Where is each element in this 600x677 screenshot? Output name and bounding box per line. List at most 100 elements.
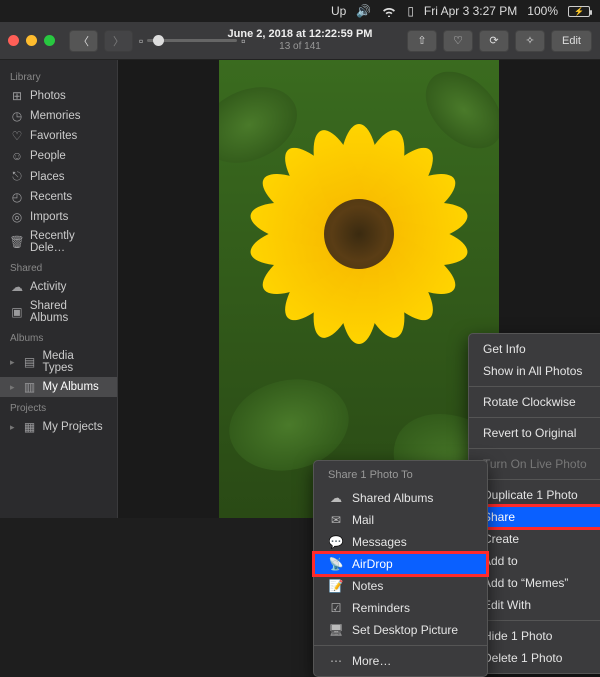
menu-item-label: Show in All Photos — [483, 364, 582, 378]
photo-counter: 13 of 141 — [228, 41, 373, 53]
menu-item-rotate-clockwise[interactable]: Rotate Clockwise — [469, 391, 600, 413]
menu-item-duplicate-photo[interactable]: Duplicate 1 Photo — [469, 484, 600, 506]
auto-enhance-button[interactable]: ✧ — [515, 30, 545, 52]
sidebar-item-recently-dele-[interactable]: 🗑 Recently Dele… — [0, 227, 117, 257]
menu-item-revert-to-original[interactable]: Revert to Original — [469, 422, 600, 444]
sidebar-item-my-albums[interactable]: ▸ ▥ My Albums — [0, 377, 117, 397]
menu-item-delete-photo[interactable]: Delete 1 Photo — [469, 647, 600, 669]
share-item-mail[interactable]: ✉Mail — [314, 509, 487, 531]
share-item-shared-albums[interactable]: ☁Shared Albums — [314, 487, 487, 509]
share-item-reminders[interactable]: ☑Reminders — [314, 597, 487, 619]
photo-viewer[interactable]: Get Info Show in All Photos Rotate Clockwi… — [118, 60, 600, 518]
sidebar-item-icon: ◷ — [10, 109, 24, 123]
window-controls[interactable] — [8, 35, 55, 46]
sidebar-item-icon: ◴ — [10, 190, 24, 204]
menu-item-share[interactable]: Share▶ — [469, 506, 600, 528]
sidebar-item-icon: ⊞ — [10, 89, 24, 103]
sidebar-section-label: Albums — [0, 327, 117, 347]
menu-separator — [469, 620, 600, 621]
sidebar-item-recents[interactable]: ◴ Recents — [0, 187, 117, 207]
sidebar-item-places[interactable]: ⎋Places — [0, 166, 117, 187]
menu-item-label: Add to — [483, 554, 518, 568]
menu-item-label: Delete 1 Photo — [483, 651, 562, 665]
photo-timestamp: June 2, 2018 at 12:22:59 PM — [228, 28, 373, 41]
toolbar-title-group: June 2, 2018 at 12:22:59 PM 13 of 141 — [228, 28, 373, 53]
sidebar-item-icon: 🗑 — [10, 235, 24, 249]
sidebar-item-icon: ▤ — [23, 355, 37, 369]
rotate-button[interactable]: ⟳ — [479, 30, 509, 52]
sidebar-item-label: Imports — [30, 211, 68, 223]
share-button[interactable]: ⇧ — [407, 30, 437, 52]
share-item-label: Shared Albums — [352, 491, 433, 505]
share-item-label: Notes — [352, 579, 383, 593]
sidebar-item-icon: ▥ — [23, 380, 37, 394]
volume-icon[interactable]: 🔊 — [356, 4, 371, 18]
chevron-icon: ▸ — [10, 422, 15, 433]
sidebar-item-icon: ⎋ — [10, 169, 24, 184]
share-item-icon: ⋯ — [328, 654, 344, 668]
sidebar-item-activity[interactable]: ☁Activity — [0, 277, 117, 297]
menu-separator — [469, 417, 600, 418]
share-item-notes[interactable]: 📝Notes — [314, 575, 487, 597]
share-item-messages[interactable]: 💬Messages — [314, 531, 487, 553]
sidebar-item-icon: ☺ — [10, 149, 24, 163]
sidebar-section-label: Projects — [0, 397, 117, 417]
share-item-set-desktop-picture[interactable]: 🖥Set Desktop Picture — [314, 619, 487, 641]
menu-item-label: Rotate Clockwise — [483, 395, 576, 409]
chevron-icon: ▸ — [10, 382, 15, 393]
share-item-label: Messages — [352, 535, 407, 549]
share-menu-header: Share 1 Photo To — [314, 465, 487, 487]
sidebar-item-label: Recents — [30, 191, 72, 203]
back-button[interactable]: 〈 — [69, 30, 98, 52]
sidebar-item-memories[interactable]: ◷ Memories — [0, 106, 117, 126]
sidebar-item-label: Photos — [30, 90, 66, 102]
sidebar-item-label: Media Types — [42, 350, 107, 374]
sidebar-item-my-projects[interactable]: ▸▦My Projects — [0, 417, 117, 437]
battery-icon[interactable]: ⚡ — [568, 6, 590, 17]
favorite-button[interactable]: ♡ — [443, 30, 473, 52]
output-icon[interactable]: ▯ — [407, 4, 414, 18]
menubar-datetime[interactable]: Fri Apr 3 3:27 PM — [424, 4, 517, 18]
sidebar-item-icon: ▣ — [10, 305, 24, 319]
share-item-label: AirDrop — [352, 557, 393, 571]
menu-item-hide-photo[interactable]: Hide 1 Photo — [469, 625, 600, 647]
sidebar-item-label: Activity — [30, 281, 66, 293]
sidebar-item-label: My Albums — [43, 381, 99, 393]
share-item-icon: ☑ — [328, 601, 344, 615]
menu-item-show-in-all-photos[interactable]: Show in All Photos — [469, 360, 600, 382]
wifi-icon[interactable] — [381, 6, 397, 17]
menu-item-get-info[interactable]: Get Info — [469, 338, 600, 360]
share-item-icon: ✉ — [328, 513, 344, 527]
sidebar-item-people[interactable]: ☺People — [0, 146, 117, 166]
menu-separator — [469, 479, 600, 480]
menu-item-add-to[interactable]: Add to▶ — [469, 550, 600, 572]
menu-item-create[interactable]: Create▶ — [469, 528, 600, 550]
chevron-icon: ▸ — [10, 357, 15, 368]
sidebar-item-label: My Projects — [43, 421, 103, 433]
sidebar-item-icon: ◎ — [10, 210, 24, 224]
battery-percent: 100% — [527, 4, 558, 18]
sidebar-item-label: Memories — [30, 110, 80, 122]
menubar: Up 🔊 ▯ Fri Apr 3 3:27 PM 100% ⚡ — [0, 0, 600, 22]
sidebar-item-imports[interactable]: ◎ Imports — [0, 207, 117, 227]
sidebar-section-label: Shared — [0, 257, 117, 277]
sidebar-item-photos[interactable]: ⊞ Photos — [0, 86, 117, 106]
menu-item-add-to-memes-[interactable]: Add to “Memes” — [469, 572, 600, 594]
menu-separator — [469, 448, 600, 449]
menu-item-label: Add to “Memes” — [483, 576, 568, 590]
sidebar: Library⊞Photos◷Memories♡Favorites☺People… — [0, 60, 118, 518]
sidebar-item-favorites[interactable]: ♡Favorites — [0, 126, 117, 146]
menu-item-label: Turn On Live Photo — [483, 457, 587, 471]
share-item-more-[interactable]: ⋯More… — [314, 650, 487, 672]
share-submenu[interactable]: Share 1 Photo To☁Shared Albums✉Mail💬Mess… — [313, 460, 488, 677]
share-item-airdrop[interactable]: 📡AirDrop — [314, 553, 487, 575]
sidebar-item-label: Recently Dele… — [30, 230, 107, 254]
zoom-out-icon: ▫ — [139, 34, 143, 48]
sidebar-item-icon: ♡ — [10, 129, 24, 143]
sidebar-item-shared-albums[interactable]: ▣Shared Albums — [0, 297, 117, 327]
sidebar-item-media-types[interactable]: ▸ ▤ Media Types — [0, 347, 117, 377]
share-item-label: Set Desktop Picture — [352, 623, 458, 637]
menu-item-label: Get Info — [483, 342, 526, 356]
menu-item-edit-with[interactable]: Edit With▶ — [469, 594, 600, 616]
edit-button[interactable]: Edit — [551, 30, 592, 52]
